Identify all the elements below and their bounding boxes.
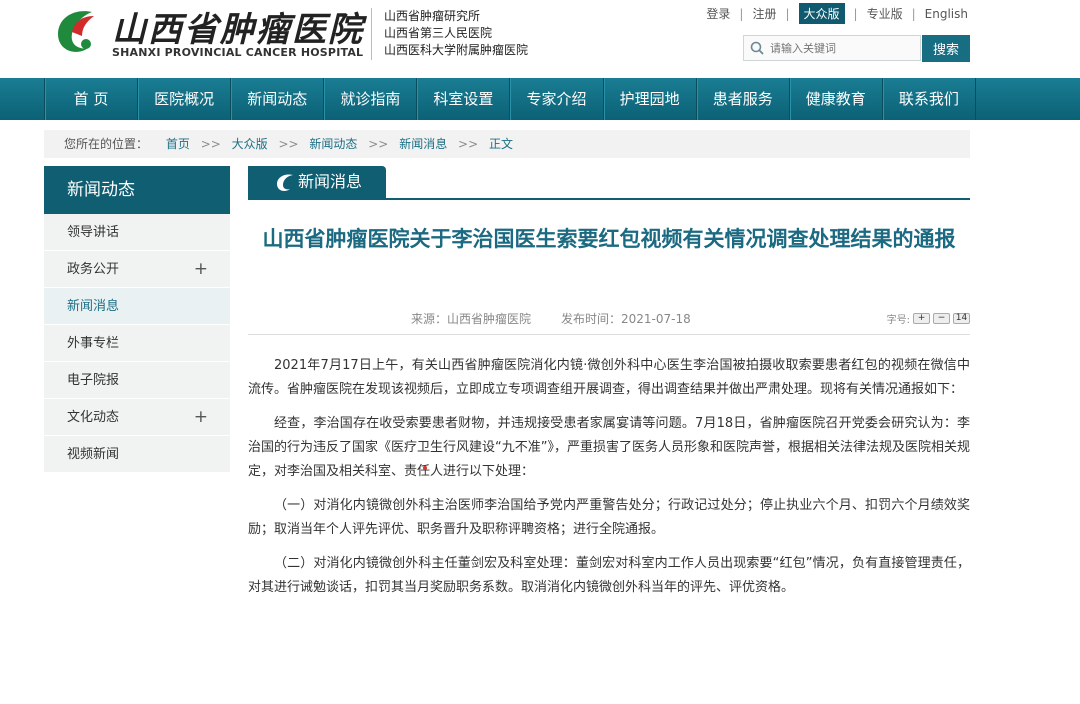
sidebar-item-video-news[interactable]: 视频新闻 (44, 436, 230, 473)
separator: | (785, 6, 790, 21)
font-reset-button[interactable]: 14 (953, 313, 970, 324)
sidebar-item-culture-news[interactable]: 文化动态 + (44, 399, 230, 436)
sidebar-item-leader-speeches[interactable]: 领导讲话 (44, 214, 230, 251)
affiliation-3: 山西医科大学附属肿瘤医院 (384, 43, 529, 57)
breadcrumb-public-version[interactable]: 大众版 (232, 137, 268, 151)
separator: | (853, 6, 858, 21)
site-header: 山西省肿瘤医院 SHANXI PROVINCIAL CANCER HOSPITA… (0, 0, 1080, 78)
sidebar-item-label: 文化动态 (67, 410, 120, 425)
sidebar-item-label: 新闻消息 (67, 299, 120, 314)
nav-home[interactable]: 首 页 (45, 78, 139, 120)
nav-news[interactable]: 新闻动态 (231, 78, 325, 120)
logo-chinese-name[interactable]: 山西省肿瘤医院 (112, 2, 364, 51)
main-nav: 首 页 医院概况 新闻动态 就诊指南 科室设置 专家介绍 护理园地 患者服务 健… (0, 78, 1080, 120)
breadcrumb-prefix: 您所在的位置： (64, 137, 149, 151)
english-link[interactable]: English (925, 7, 968, 21)
logo-english-name: SHANXI PROVINCIAL CANCER HOSPITAL (112, 46, 364, 59)
article-paragraph: 经查，李治国存在收受索要患者财物，并违规接受患者家属宴请等问题。7月18日，省肿… (248, 416, 970, 479)
article-source: 来源：山西省肿瘤医院 (411, 312, 532, 326)
sidebar-item-label: 视频新闻 (67, 447, 120, 462)
nav-hospital-overview[interactable]: 医院概况 (138, 78, 232, 120)
nav-departments[interactable]: 科室设置 (417, 78, 511, 120)
article-meta: 来源：山西省肿瘤医院 发布时间：2021-07-18 字号: + − 14 (248, 306, 970, 330)
article-date: 发布时间：2021-07-18 (561, 312, 691, 326)
separator: | (739, 6, 744, 21)
sidebar-item-label: 政务公开 (67, 262, 120, 277)
nav-visit-guide[interactable]: 就诊指南 (324, 78, 418, 120)
meta-divider (248, 334, 970, 335)
breadcrumb-arrow: >> (368, 137, 389, 151)
breadcrumb-news[interactable]: 新闻动态 (309, 137, 357, 151)
font-increase-button[interactable]: + (913, 313, 930, 324)
breadcrumb-article[interactable]: 正文 (489, 137, 513, 151)
nav-health-education[interactable]: 健康教育 (790, 78, 883, 120)
nav-contact[interactable]: 联系我们 (883, 78, 976, 120)
login-link[interactable]: 登录 (706, 5, 730, 22)
sidebar-item-foreign-affairs[interactable]: 外事专栏 (44, 325, 230, 362)
article-content: 新闻消息 山西省肿瘤医院关于李治国医生索要红包视频有关情况调查处理结果的通报 来… (248, 166, 970, 610)
breadcrumb-news-messages[interactable]: 新闻消息 (399, 137, 447, 151)
section-tab: 新闻消息 (248, 166, 386, 198)
breadcrumb: 您所在的位置： 首页 >> 大众版 >> 新闻动态 >> 新闻消息 >> 正文 (44, 130, 970, 158)
sidebar-item-label: 领导讲话 (67, 225, 120, 240)
hospital-logo-icon[interactable] (52, 4, 100, 56)
affiliations: 山西省肿瘤研究所 山西省第三人民医院 山西医科大学附属肿瘤医院 (384, 8, 528, 59)
article-paragraph: 2021年7月17日上午，有关山西省肿瘤医院消化内镜·微创外科中心医生李治国被拍… (248, 358, 970, 397)
article-paragraph: （二）对消化内镜微创外科主任董剑宏及科室处理：董剑宏对科室内工作人员出现索要“红… (248, 556, 970, 595)
top-utility-nav: 登录 | 注册 | 大众版 | 专业版 | English (706, 3, 968, 24)
search-box (743, 35, 921, 61)
register-link[interactable]: 注册 (752, 5, 776, 22)
nav-nursing[interactable]: 护理园地 (604, 78, 697, 120)
section-tab-label: 新闻消息 (298, 172, 363, 191)
font-size-controls: 字号: + − 14 (887, 311, 970, 326)
breadcrumb-arrow: >> (278, 137, 299, 151)
public-version-link[interactable]: 大众版 (798, 3, 845, 24)
sidebar-item-e-newsletter[interactable]: 电子院报 (44, 362, 230, 399)
article-paragraph: （一）对消化内镜微创外科主治医师李治国给予党内严重警告处分；行政记过处分；停止执… (248, 498, 970, 537)
search-input[interactable] (770, 39, 918, 57)
font-decrease-button[interactable]: − (933, 313, 950, 324)
sidebar-item-label: 外事专栏 (67, 336, 120, 351)
expand-plus-icon[interactable]: + (194, 251, 208, 288)
logo-divider (371, 8, 372, 60)
separator: | (911, 6, 916, 21)
font-size-label: 字号: (886, 315, 910, 326)
breadcrumb-home[interactable]: 首页 (166, 137, 190, 151)
section-header: 新闻消息 (248, 166, 970, 200)
affiliation-1: 山西省肿瘤研究所 (384, 9, 481, 23)
sidebar: 新闻动态 领导讲话 政务公开 + 新闻消息 外事专栏 电子院报 文化动态 + 视频新… (44, 166, 230, 473)
nav-patient-services[interactable]: 患者服务 (697, 78, 790, 120)
article-body: 2021年7月17日上午，有关山西省肿瘤医院消化内镜·微创外科中心医生李治国被拍… (248, 354, 970, 600)
breadcrumb-arrow: >> (458, 137, 479, 151)
affiliation-2: 山西省第三人民医院 (384, 26, 493, 40)
pro-version-link[interactable]: 专业版 (867, 5, 903, 22)
sidebar-item-label: 电子院报 (67, 373, 120, 388)
sidebar-item-news-messages[interactable]: 新闻消息 (44, 288, 230, 325)
nav-experts[interactable]: 专家介绍 (510, 78, 604, 120)
expand-plus-icon[interactable]: + (194, 399, 208, 436)
search-icon (750, 41, 764, 55)
breadcrumb-arrow: >> (200, 137, 221, 151)
article-title: 山西省肿瘤医院关于李治国医生索要红包视频有关情况调查处理结果的通报 (262, 227, 956, 251)
sidebar-title: 新闻动态 (44, 166, 230, 214)
red-dot-mark (423, 466, 427, 470)
sidebar-item-government-affairs[interactable]: 政务公开 + (44, 251, 230, 288)
swoosh-icon (277, 174, 293, 192)
sidebar-list: 领导讲话 政务公开 + 新闻消息 外事专栏 电子院报 文化动态 + 视频新闻 (44, 214, 230, 473)
search-button[interactable]: 搜索 (922, 35, 970, 62)
